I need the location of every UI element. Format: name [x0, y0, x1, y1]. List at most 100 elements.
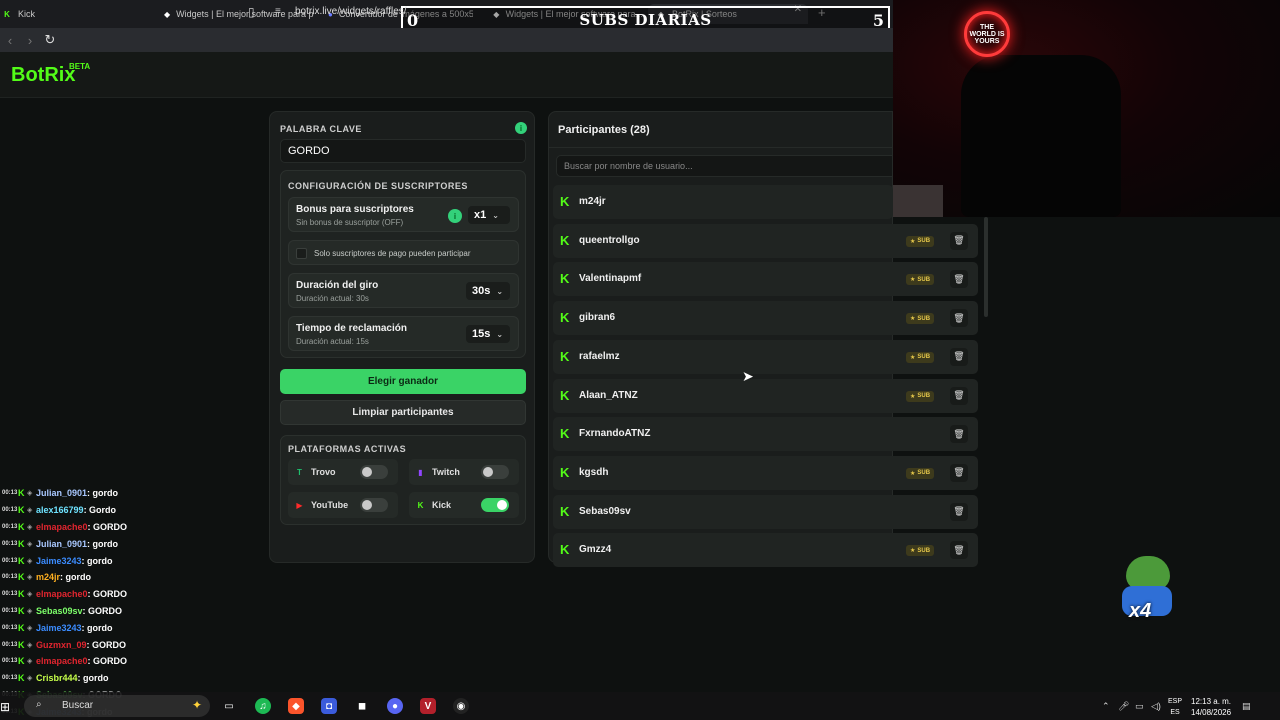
- keyword-input[interactable]: GORDO: [280, 139, 526, 163]
- app-header: BotRix BETA: [0, 52, 893, 98]
- windows-start-icon[interactable]: ⊞: [0, 700, 10, 714]
- microphone-icon[interactable]: 🎤︎: [1118, 701, 1129, 712]
- chat-user: Jaime3243: [36, 622, 82, 633]
- app-icon[interactable]: ◘: [321, 698, 337, 714]
- chevron-up-icon[interactable]: ⌃: [1102, 701, 1110, 712]
- paid-only-card[interactable]: Solo suscriptores de pago pueden partici…: [288, 240, 519, 265]
- spotify-icon[interactable]: ♫: [255, 698, 271, 714]
- discord-icon[interactable]: ●: [387, 698, 403, 714]
- search-label: Buscar: [62, 700, 94, 711]
- tab-widgets-1[interactable]: ◆ Widgets | El mejor software para po...: [164, 4, 314, 24]
- bonus-card: Bonus para suscriptores Sin bonus de sus…: [288, 197, 519, 232]
- trash-icon[interactable]: 🗑︎: [950, 309, 968, 328]
- chat-user: Julian_0901: [36, 488, 88, 499]
- brave-icon[interactable]: ◆: [288, 698, 304, 714]
- trash-icon[interactable]: 🗑︎: [950, 502, 968, 521]
- url-field[interactable]: botrix.live/widgets/raffles/: [295, 6, 407, 17]
- participant-row: K Gmzz4 ★ SUB 🗑︎: [553, 533, 978, 568]
- kick-icon: K: [18, 589, 25, 600]
- participant-row: K Sebas09sv 🗑︎: [553, 494, 978, 529]
- trash-icon[interactable]: 🗑︎: [950, 386, 968, 405]
- site-settings-icon[interactable]: ≡: [275, 6, 281, 17]
- volume-icon[interactable]: ◁): [1151, 701, 1161, 712]
- reload-icon[interactable]: ↻: [40, 32, 60, 48]
- logo-text: BotRix: [11, 64, 76, 86]
- bookmark-icon[interactable]: ▯: [248, 5, 255, 19]
- chat-time: 00:13: [2, 574, 18, 581]
- paid-only-checkbox[interactable]: [296, 248, 307, 259]
- trash-icon[interactable]: 🗑︎: [950, 270, 968, 289]
- trash-icon[interactable]: 🗑︎: [950, 347, 968, 366]
- chevron-down-icon: ⌄: [496, 329, 504, 339]
- chat-time: 00:13: [2, 675, 18, 682]
- chat-message: 00:13 K ◈ elmapache0: GORDO: [2, 653, 262, 670]
- paid-only-label: Solo suscriptores de pago pueden partici…: [314, 249, 471, 258]
- chat-user: Sebas09sv: [36, 605, 83, 616]
- neon-sign: THE WORLD IS YOURS: [964, 11, 1010, 57]
- clear-participants-button[interactable]: Limpiar participantes: [280, 400, 526, 425]
- scrollbar[interactable]: [984, 217, 988, 317]
- badge-icon: ◈: [27, 675, 33, 683]
- spin-dropdown[interactable]: 30s ⌄: [466, 282, 510, 300]
- bonus-info-icon[interactable]: i: [448, 209, 462, 223]
- trash-icon[interactable]: 🗑︎: [950, 231, 968, 250]
- claim-dropdown[interactable]: 15s ⌄: [466, 325, 510, 343]
- participant-search-input[interactable]: Buscar por nombre de usuario...: [556, 155, 892, 177]
- language-indicator[interactable]: ESP ES: [1168, 696, 1182, 718]
- chat-text: : gordo: [77, 673, 109, 684]
- kick-icon: K: [18, 538, 25, 549]
- kick-icon: K: [560, 426, 570, 442]
- sub-config-title: CONFIGURACIÓN DE SUSCRIPTORES: [288, 181, 468, 191]
- subs-title: SUBS DIARIAS: [579, 11, 712, 29]
- chat-message: 00:13 K ◈ elmapache0: GORDO: [2, 519, 262, 536]
- chat-user: Crisbr444: [36, 673, 78, 684]
- taskbar-search[interactable]: ⌕ Buscar ✦: [24, 695, 210, 717]
- participant-name: queentrollgo: [579, 234, 640, 246]
- sub-badge-label: SUB: [917, 315, 931, 322]
- forward-icon[interactable]: ›: [20, 33, 40, 48]
- task-view-icon[interactable]: ▭: [221, 698, 237, 714]
- chat-user: Julian_0901: [36, 538, 88, 549]
- pepe-head: [1126, 556, 1170, 590]
- chat-message: 00:13 K ◈ Julian_0901: gordo: [2, 485, 262, 502]
- participant-name: FxrnandoATNZ: [579, 428, 651, 440]
- tab-kick[interactable]: K Kick: [2, 4, 152, 24]
- capcut-icon[interactable]: ◼: [354, 698, 370, 714]
- sub-badge: ★ SUB: [906, 274, 935, 286]
- chat-text: : gordo: [87, 488, 119, 499]
- trash-icon[interactable]: 🗑︎: [950, 541, 968, 560]
- trash-icon[interactable]: 🗑︎: [950, 463, 968, 482]
- network-icon[interactable]: ▭: [1135, 701, 1144, 712]
- botrix-logo[interactable]: BotRix BETA: [11, 62, 90, 87]
- chair: [961, 55, 1121, 217]
- trash-icon[interactable]: 🗑︎: [950, 425, 968, 444]
- pick-winner-button[interactable]: Elegir ganador: [280, 369, 526, 394]
- participant-name: Valentinapmf: [579, 273, 642, 285]
- notification-icon[interactable]: ▤: [1242, 701, 1251, 712]
- platform-trovo: T Trovo: [288, 459, 398, 485]
- badge-icon: ◈: [27, 523, 33, 531]
- info-icon[interactable]: i: [515, 122, 527, 134]
- bonus-dropdown[interactable]: x1 ⌄: [468, 206, 510, 224]
- kick-toggle[interactable]: [481, 498, 509, 512]
- clock[interactable]: 12:13 a. m. 14/08/2026: [1191, 696, 1231, 718]
- kick-icon: K: [560, 503, 570, 519]
- obs-icon[interactable]: ◉: [453, 698, 469, 714]
- voicemeeter-icon[interactable]: V: [420, 698, 436, 714]
- trovo-toggle[interactable]: [360, 465, 388, 479]
- back-icon[interactable]: ‹: [0, 33, 20, 48]
- youtube-toggle[interactable]: [360, 498, 388, 512]
- participant-name: kgsdh: [579, 466, 609, 478]
- youtube-icon: ▶: [296, 500, 303, 510]
- badge-icon: ◈: [27, 658, 33, 666]
- kick-icon: K: [417, 500, 424, 510]
- keyword-label: PALABRA CLAVE: [280, 124, 362, 134]
- chat-text: : Gordo: [83, 505, 117, 516]
- participant-row: Kgibran6 ★ SUB 🗑︎: [553, 301, 978, 336]
- subs-left-count: 0: [407, 10, 419, 30]
- star-icon: ★: [910, 238, 916, 245]
- clock-time: 12:13 a. m.: [1191, 697, 1232, 706]
- twitch-toggle[interactable]: [481, 465, 509, 479]
- chat-overlay: 00:13 K ◈ Julian_0901: gordo 00:13 K ◈ alex1667…: [2, 485, 262, 720]
- badge-icon: ◈: [27, 624, 33, 632]
